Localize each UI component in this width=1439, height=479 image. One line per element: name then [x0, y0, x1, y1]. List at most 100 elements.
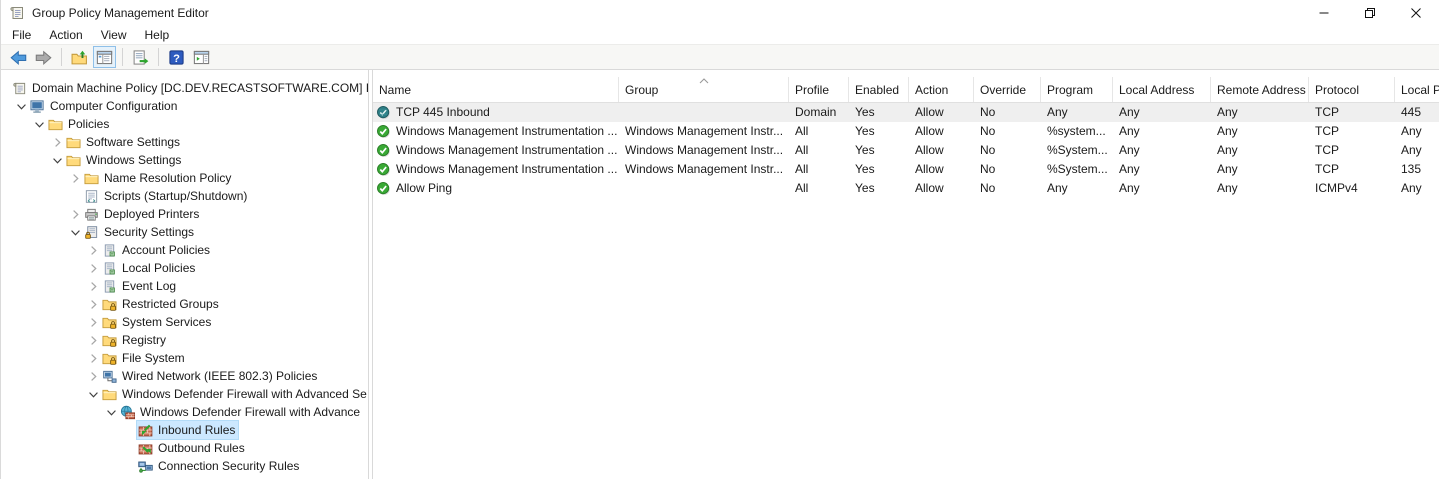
menu-view[interactable]: View — [92, 26, 136, 44]
tree-item-wired-network-ieee-802-3-policies[interactable]: Wired Network (IEEE 802.3) Policies — [1, 367, 368, 385]
rule-row-windows-management-instrumentation[interactable]: Windows Management Instrumentation ...Wi… — [373, 141, 1439, 160]
expander-collapsed[interactable] — [49, 134, 65, 150]
tree-item-security-settings[interactable]: Security Settings — [1, 223, 368, 241]
column-header-profile[interactable]: Profile — [789, 77, 849, 102]
column-header-program[interactable]: Program — [1041, 77, 1113, 102]
cell-text: All — [795, 181, 808, 195]
column-header-enabled[interactable]: Enabled — [849, 77, 909, 102]
tree-item-outbound-rules[interactable]: Outbound Rules — [1, 439, 368, 457]
tree-item-domain-machine-policy-dc-dev-recastsoftwar[interactable]: Domain Machine Policy [DC.DEV.RECASTSOFT… — [1, 79, 368, 97]
cell-text: All — [795, 143, 808, 157]
expander-collapsed[interactable] — [85, 350, 101, 366]
expander-expanded[interactable] — [13, 98, 29, 114]
cell-text: Allow — [915, 143, 944, 157]
tree-item-name-resolution-policy[interactable]: Name Resolution Policy — [1, 169, 368, 187]
expander-expanded[interactable] — [31, 116, 47, 132]
column-header-name[interactable]: Name — [373, 77, 619, 102]
cell-text: Any — [1119, 143, 1140, 157]
menu-bar: FileActionViewHelp — [1, 26, 1439, 44]
tree-item-body: Deployed Printers — [83, 205, 202, 223]
up-one-level-button[interactable] — [68, 46, 91, 68]
tree-item-deployed-printers[interactable]: Deployed Printers — [1, 205, 368, 223]
expander-expanded[interactable] — [85, 386, 101, 402]
cell-text: Any — [1047, 105, 1068, 119]
tree-item-file-system[interactable]: File System — [1, 349, 368, 367]
column-header-label: Protocol — [1315, 83, 1359, 97]
tree-item-system-services[interactable]: System Services — [1, 313, 368, 331]
tree-item-connection-security-rules[interactable]: Connection Security Rules — [1, 457, 368, 475]
tree-item-software-settings[interactable]: Software Settings — [1, 133, 368, 151]
tree-item-body: Domain Machine Policy [DC.DEV.RECASTSOFT… — [11, 79, 368, 97]
rule-row-windows-management-instrumentation[interactable]: Windows Management Instrumentation ...Wi… — [373, 160, 1439, 179]
column-header-action[interactable]: Action — [909, 77, 974, 102]
cell-program: Any — [1041, 103, 1113, 122]
menu-file[interactable]: File — [3, 26, 40, 44]
column-header-local-port[interactable]: Local Port — [1395, 77, 1439, 102]
expander-expanded[interactable] — [67, 224, 83, 240]
tree-item-event-log[interactable]: Event Log — [1, 277, 368, 295]
export-list-button[interactable] — [129, 46, 152, 68]
cell-text: Any — [1217, 143, 1238, 157]
tree-item-policies[interactable]: Policies — [1, 115, 368, 133]
tree-item-body: Windows Defender Firewall with Advance — [119, 403, 363, 421]
tree-item-body: Windows Settings — [65, 151, 184, 169]
cell-enabled: Yes — [849, 160, 909, 179]
tree-item-inbound-rules[interactable]: Inbound Rules — [1, 421, 368, 439]
connection-security-icon — [138, 459, 153, 474]
cell-text: %System... — [1047, 143, 1108, 157]
tree-item-windows-settings[interactable]: Windows Settings — [1, 151, 368, 169]
column-header-local-address[interactable]: Local Address — [1113, 77, 1211, 102]
rule-row-allow-ping[interactable]: Allow PingAllYesAllowNoAnyAnyAnyICMPv4An… — [373, 179, 1439, 198]
expander-expanded[interactable] — [103, 404, 119, 420]
tree-item-computer-configuration[interactable]: Computer Configuration — [1, 97, 368, 115]
cell-name: Windows Management Instrumentation ... — [373, 141, 619, 160]
show-action-pane-button[interactable] — [190, 46, 213, 68]
restore-icon — [1364, 7, 1376, 19]
chevron-down-icon — [86, 387, 101, 402]
rule-row-windows-management-instrumentation[interactable]: Windows Management Instrumentation ...Wi… — [373, 122, 1439, 141]
tree-item-scripts-startup-shutdown[interactable]: Scripts (Startup/Shutdown) — [1, 187, 368, 205]
tree-item-body: Name Resolution Policy — [83, 169, 234, 187]
rule-enabled-icon — [376, 143, 391, 158]
menu-help[interactable]: Help — [136, 26, 179, 44]
tree-item-registry[interactable]: Registry — [1, 331, 368, 349]
expander-collapsed[interactable] — [85, 260, 101, 276]
column-header-override[interactable]: Override — [974, 77, 1041, 102]
tree-item-account-policies[interactable]: Account Policies — [1, 241, 368, 259]
expander-collapsed[interactable] — [85, 278, 101, 294]
expander-collapsed[interactable] — [67, 170, 83, 186]
minimize-button[interactable] — [1301, 0, 1347, 26]
close-icon — [1410, 7, 1422, 19]
column-header-remote-address[interactable]: Remote Address — [1211, 77, 1309, 102]
tree-item-label: Windows Defender Firewall with Advanced … — [122, 387, 367, 401]
tree-item-label: Local Policies — [122, 261, 195, 275]
expander-collapsed[interactable] — [85, 296, 101, 312]
tree-item-windows-defender-firewall-with-advance[interactable]: Windows Defender Firewall with Advance — [1, 403, 368, 421]
show-console-tree-button[interactable] — [93, 46, 116, 68]
help-button[interactable]: ? — [165, 46, 188, 68]
expander-collapsed[interactable] — [85, 242, 101, 258]
expander-expanded[interactable] — [49, 152, 65, 168]
column-header-protocol[interactable]: Protocol — [1309, 77, 1395, 102]
printer-icon — [84, 207, 99, 222]
close-button[interactable] — [1393, 0, 1439, 26]
tree-item-local-policies[interactable]: Local Policies — [1, 259, 368, 277]
rule-row-tcp-445-inbound[interactable]: TCP 445 InboundDomainYesAllowNoAnyAnyAny… — [373, 103, 1439, 122]
restore-button[interactable] — [1347, 0, 1393, 26]
cell-text: Yes — [855, 162, 875, 176]
forward-button[interactable] — [32, 46, 55, 68]
expander-collapsed[interactable] — [85, 332, 101, 348]
expander-collapsed[interactable] — [67, 206, 83, 222]
chevron-right-icon — [86, 297, 101, 312]
cell-program: %System... — [1041, 160, 1113, 179]
column-header-label: Name — [379, 83, 411, 97]
expander-collapsed[interactable] — [85, 368, 101, 384]
tree-item-restricted-groups[interactable]: Restricted Groups — [1, 295, 368, 313]
back-button[interactable] — [7, 46, 30, 68]
group-policy-editor-window: Group Policy Management Editor FileActio… — [0, 0, 1439, 479]
menu-action[interactable]: Action — [40, 26, 91, 44]
cell-protocol: TCP — [1309, 160, 1395, 179]
tree-item-windows-defender-firewall-with-advanced-se[interactable]: Windows Defender Firewall with Advanced … — [1, 385, 368, 403]
cell-text: Windows Management Instr... — [625, 162, 783, 176]
expander-collapsed[interactable] — [85, 314, 101, 330]
